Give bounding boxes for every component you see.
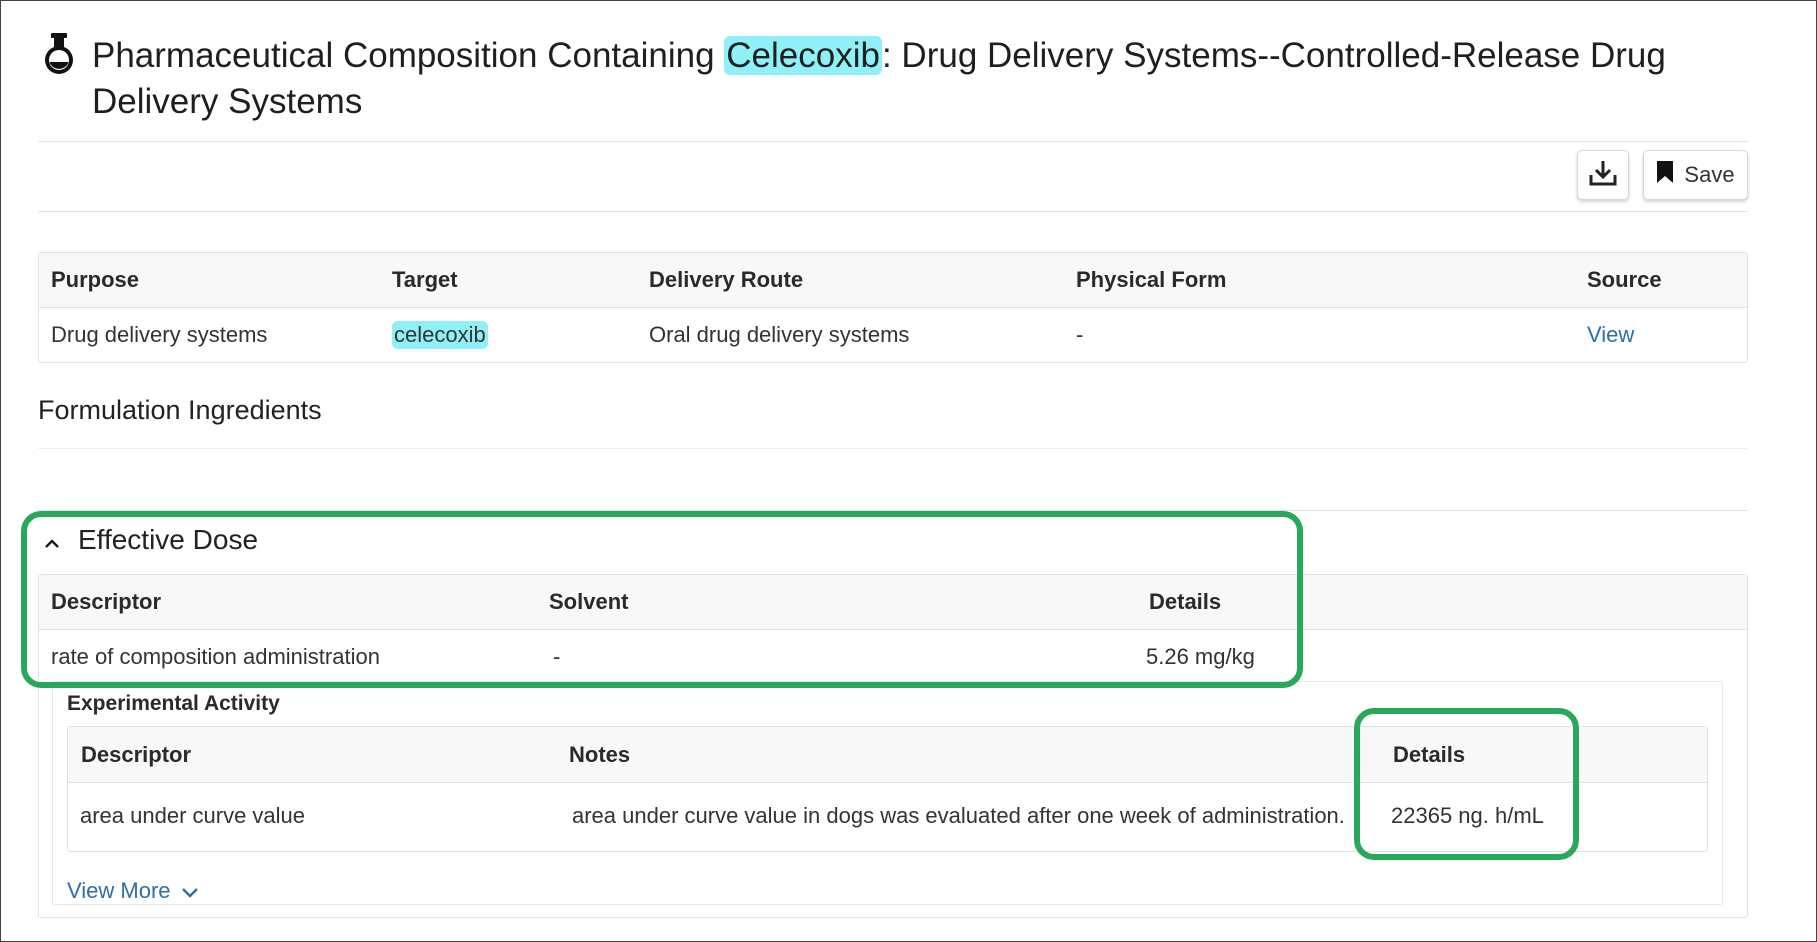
col-delivery-route: Delivery Route (649, 267, 804, 292)
purpose-value: Drug delivery systems (51, 322, 268, 347)
table-row: area under curve value area under curve … (68, 783, 1707, 852)
col-details: Details (1149, 589, 1222, 614)
download-button[interactable] (1577, 150, 1629, 200)
notes-value: area under curve value in dogs was evalu… (572, 803, 1345, 828)
divider (38, 141, 1748, 142)
chevron-down-icon (181, 878, 199, 904)
col-solvent: Solvent (549, 589, 629, 614)
divider (38, 211, 1748, 212)
save-button[interactable]: Save (1643, 150, 1748, 200)
divider (38, 448, 1748, 449)
source-view-link[interactable]: View (1587, 322, 1634, 348)
experimental-activity-table: Descriptor Notes Details area under curv… (67, 726, 1708, 852)
save-label: Save (1684, 162, 1735, 187)
details-value: 5.26 mg/kg (1146, 644, 1255, 669)
table-header: Descriptor Notes Details (68, 727, 1707, 783)
bookmark-icon (1656, 160, 1674, 190)
title-prefix: Pharmaceutical Composition Containing (92, 36, 725, 75)
descriptor-value: area under curve value (80, 803, 306, 828)
descriptor-value: rate of composition administration (51, 644, 380, 669)
col-purpose: Purpose (51, 267, 140, 292)
experimental-activity-heading: Experimental Activity (67, 692, 280, 715)
view-more-label: View More (67, 878, 171, 903)
col-descriptor: Descriptor (51, 589, 162, 614)
col-source: Source (1587, 267, 1662, 292)
table-row: Drug delivery systems celecoxib Oral dru… (39, 308, 1747, 364)
details-value: 22365 ng. h/mL (1391, 803, 1544, 828)
flask-icon (41, 33, 77, 75)
table-header: Purpose Target Delivery Route Physical F… (39, 253, 1747, 308)
effective-dose-heading: Effective Dose (78, 524, 259, 555)
download-icon (1588, 158, 1618, 193)
col-notes: Notes (569, 742, 631, 767)
summary-table: Purpose Target Delivery Route Physical F… (38, 252, 1748, 363)
col-physical-form: Physical Form (1076, 267, 1227, 292)
col-target: Target (392, 267, 458, 292)
solvent-value: - (553, 644, 561, 669)
col-descriptor: Descriptor (81, 742, 192, 767)
table-row: rate of composition administration - 5.2… (39, 630, 1747, 682)
chevron-up-icon[interactable] (44, 536, 60, 554)
table-header: Descriptor Solvent Details (39, 575, 1747, 630)
divider (38, 510, 1748, 511)
formulation-heading: Formulation Ingredients (38, 395, 322, 425)
view-more-link[interactable]: View More (67, 878, 199, 904)
physical-form-value: - (1076, 322, 1084, 347)
col-details: Details (1393, 742, 1466, 767)
target-value: celecoxib (392, 321, 488, 349)
title-highlight: Celecoxib (724, 36, 882, 75)
delivery-route-value: Oral drug delivery systems (649, 322, 910, 347)
page-title: Pharmaceutical Composition Containing Ce… (92, 33, 1732, 125)
